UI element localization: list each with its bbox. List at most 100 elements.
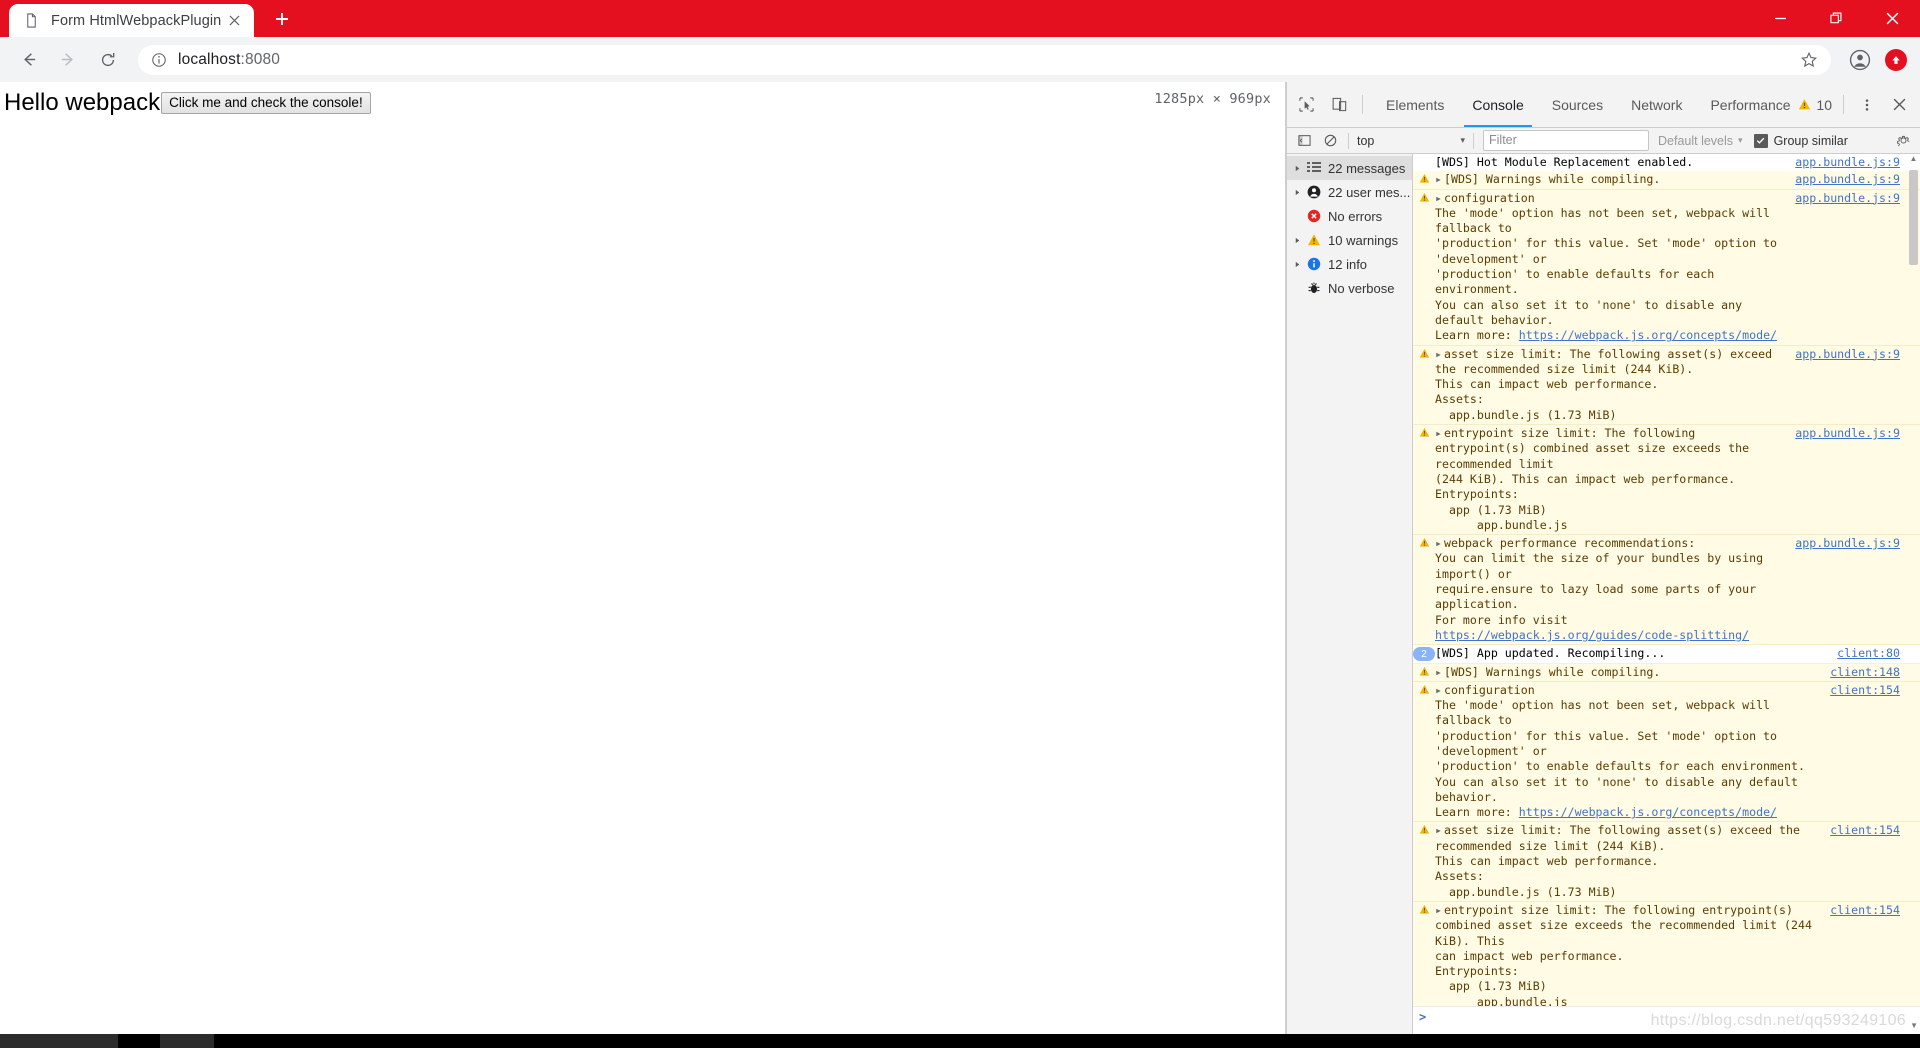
warning-count-badge[interactable]: 10	[1790, 97, 1840, 113]
console-message-warning[interactable]: ▸ webpack performance recommendations: Yo…	[1413, 535, 1920, 646]
chevron-right-icon[interactable]	[1290, 261, 1304, 268]
expand-triangle-icon[interactable]: ▸	[1435, 426, 1444, 441]
expand-triangle-icon[interactable]: ▸	[1435, 172, 1444, 187]
expand-triangle-icon[interactable]: ▸	[1435, 903, 1444, 918]
console-message-source-link[interactable]: client:154	[1822, 903, 1920, 1006]
tab-network[interactable]: Network	[1617, 82, 1696, 127]
sidebar-item-label: No errors	[1328, 208, 1383, 224]
click-me-button[interactable]: Click me and check the console!	[161, 91, 371, 115]
console-message-source-link[interactable]: client:80	[1829, 646, 1920, 661]
group-similar-toggle[interactable]: Group similar	[1753, 133, 1848, 148]
warning-icon	[1413, 347, 1435, 423]
sidebar-item-info[interactable]: 12 info	[1287, 252, 1412, 276]
console-message-info[interactable]: 2 [WDS] App updated. Recompiling... client…	[1413, 645, 1920, 664]
tab-console[interactable]: Console	[1458, 82, 1537, 127]
page-title: Hello webpack	[4, 89, 161, 116]
console-message-source-link[interactable]: app.bundle.js:9	[1787, 191, 1920, 344]
console-message-source-link[interactable]: app.bundle.js:9	[1787, 347, 1920, 423]
console-messages-pane: [WDS] Hot Module Replacement enabled. app…	[1413, 154, 1920, 1034]
scrollbar-thumb[interactable]	[1909, 170, 1918, 265]
close-devtools-icon[interactable]	[1886, 91, 1913, 118]
list-icon	[1304, 162, 1324, 174]
expand-triangle-icon[interactable]: ▸	[1435, 683, 1444, 698]
sidebar-item-user-messages[interactable]: 22 user mes...	[1287, 180, 1412, 204]
console-message-source-link[interactable]: client:154	[1822, 683, 1920, 821]
console-message-source-link[interactable]: app.bundle.js:9	[1787, 426, 1920, 533]
chevron-right-icon[interactable]	[1290, 237, 1304, 244]
chevron-right-icon[interactable]	[1290, 189, 1304, 196]
console-message-warning[interactable]: ▸ [WDS] Warnings while compiling. app.bund…	[1413, 171, 1920, 190]
devtools-panel: Elements Console Sources Network Perform…	[1286, 82, 1920, 1034]
execution-context-select[interactable]: top ▾	[1354, 131, 1468, 150]
console-message-source-link[interactable]: app.bundle.js:9	[1787, 155, 1920, 170]
expand-triangle-icon[interactable]: ▸	[1435, 191, 1444, 206]
kebab-menu-icon[interactable]	[1853, 91, 1880, 118]
console-message-clipped[interactable]: [WDS] Hot Module Replacement enabled. app…	[1413, 154, 1920, 171]
tab-sources[interactable]: Sources	[1538, 82, 1617, 127]
close-window-button[interactable]	[1864, 0, 1920, 37]
update-arrow-icon[interactable]	[1880, 44, 1912, 76]
sidebar-item-verbose[interactable]: No verbose	[1287, 276, 1412, 300]
log-levels-select[interactable]: Default levels ▾	[1653, 134, 1748, 148]
scroll-up-arrow-icon[interactable]: ▲	[1909, 154, 1918, 163]
sidebar-item-messages[interactable]: 22 messages	[1287, 156, 1412, 180]
sidebar-item-errors[interactable]: No errors	[1287, 204, 1412, 228]
warning-icon	[1413, 903, 1435, 1006]
console-prompt[interactable]: >	[1413, 1006, 1920, 1034]
console-message-warning[interactable]: ▸ entrypoint size limit: The following en…	[1413, 425, 1920, 536]
inspect-element-icon[interactable]	[1293, 91, 1320, 118]
console-sidebar-icon[interactable]	[1293, 130, 1315, 152]
devtools-right-actions: 10	[1790, 91, 1920, 118]
gear-icon[interactable]	[1892, 130, 1914, 152]
warning-count: 10	[1816, 96, 1832, 113]
console-message-source-link[interactable]: client:154	[1822, 823, 1920, 899]
device-toolbar-icon[interactable]	[1326, 91, 1353, 118]
warning-icon	[1413, 536, 1435, 643]
console-message-source-link[interactable]: app.bundle.js:9	[1787, 172, 1920, 187]
console-filter-bar: top ▾ Filter Default levels ▾ Group simi…	[1287, 128, 1920, 154]
console-message-source-link[interactable]: app.bundle.js:9	[1787, 536, 1920, 643]
console-scrollbar[interactable]: ▲	[1909, 154, 1918, 1016]
minimize-button[interactable]	[1752, 0, 1808, 37]
console-message-warning[interactable]: ▸ asset size limit: The following asset(s…	[1413, 822, 1920, 902]
console-message-warning[interactable]: ▸ entrypoint size limit: The following en…	[1413, 901, 1920, 1006]
console-message-list[interactable]: [WDS] Hot Module Replacement enabled. app…	[1413, 154, 1920, 1006]
group-similar-label: Group similar	[1773, 133, 1848, 148]
chevron-down-icon: ▾	[1738, 135, 1743, 145]
web-page-pane: Hello webpack Click me and check the con…	[0, 82, 1286, 1034]
tab-performance[interactable]: Performance	[1696, 82, 1790, 127]
tab-label: Performance	[1710, 96, 1791, 113]
console-message-warning[interactable]: ▸ configuration The 'mode' option has not…	[1413, 189, 1920, 346]
taskbar-segment	[0, 1034, 118, 1048]
console-message-warning[interactable]: ▸ [WDS] Warnings while compiling. client:1…	[1413, 663, 1920, 682]
address-bar[interactable]: localhost:8080	[138, 44, 1831, 75]
reload-button[interactable]	[91, 43, 125, 77]
expand-triangle-icon[interactable]: ▸	[1435, 347, 1444, 362]
expand-triangle-icon[interactable]: ▸	[1435, 665, 1444, 680]
console-message-warning[interactable]: ▸ asset size limit: The following asset(s…	[1413, 345, 1920, 426]
console-message-warning[interactable]: ▸ configuration The 'mode' option has not…	[1413, 681, 1920, 823]
console-message-source-link[interactable]: client:148	[1822, 665, 1920, 680]
expand-triangle-icon[interactable]: ▸	[1435, 536, 1444, 551]
restore-button[interactable]	[1808, 0, 1864, 37]
close-icon[interactable]	[225, 11, 244, 30]
sidebar-item-warnings[interactable]: 10 warnings	[1287, 228, 1412, 252]
chevron-right-icon[interactable]	[1290, 165, 1304, 172]
scroll-down-arrow-icon[interactable]: ▼	[1910, 1021, 1918, 1030]
doc-link[interactable]: https://webpack.js.org/guides/code-split…	[1435, 628, 1749, 642]
forward-button[interactable]	[51, 43, 85, 77]
doc-link[interactable]: https://webpack.js.org/concepts/mode/	[1519, 805, 1777, 819]
tab-elements[interactable]: Elements	[1372, 82, 1458, 127]
expand-triangle-icon[interactable]: ▸	[1435, 823, 1444, 838]
divider	[1473, 132, 1474, 149]
browser-tab[interactable]: Form HtmlWebpackPlugin	[9, 4, 254, 37]
bookmark-star-icon[interactable]	[1797, 48, 1821, 72]
info-circle-icon[interactable]	[150, 51, 168, 69]
account-avatar-icon[interactable]	[1844, 44, 1876, 76]
back-button[interactable]	[11, 43, 45, 77]
clear-console-icon[interactable]	[1319, 130, 1341, 152]
doc-link[interactable]: https://webpack.js.org/concepts/mode/	[1519, 328, 1777, 342]
filter-input[interactable]: Filter	[1483, 130, 1649, 151]
new-tab-button[interactable]	[266, 3, 298, 35]
warning-icon	[1304, 233, 1324, 247]
